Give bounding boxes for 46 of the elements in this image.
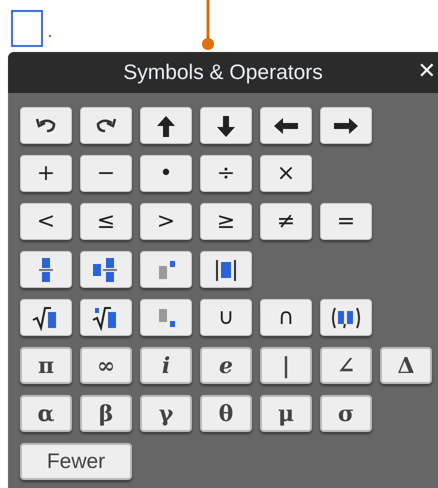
- symbol-key[interactable]: <: [20, 203, 72, 240]
- superscript-icon-button[interactable]: [140, 251, 192, 288]
- left-arrow-icon-button[interactable]: [260, 107, 312, 144]
- symbol-key[interactable]: >: [140, 203, 192, 240]
- panel-title: Symbols & Operators: [123, 60, 323, 84]
- symbol-key[interactable]: −: [80, 155, 132, 192]
- symbol-key[interactable]: •: [140, 155, 192, 192]
- fraction-icon-button[interactable]: [20, 251, 72, 288]
- symbol-key[interactable]: π: [20, 347, 72, 384]
- symbol-key[interactable]: e: [200, 347, 252, 384]
- subscript-icon-button[interactable]: [140, 299, 192, 336]
- up-arrow-icon-button[interactable]: [140, 107, 192, 144]
- undo-icon-button[interactable]: [20, 107, 72, 144]
- symbol-key[interactable]: ≠: [260, 203, 312, 240]
- leader-line: [201, 0, 215, 52]
- symbol-key[interactable]: ∠: [320, 347, 372, 384]
- symbol-key[interactable]: +: [20, 155, 72, 192]
- symbol-key[interactable]: i: [140, 347, 192, 384]
- mixed-fraction-icon-button[interactable]: [80, 251, 132, 288]
- redo-icon-button[interactable]: [80, 107, 132, 144]
- close-button[interactable]: ✕: [418, 59, 436, 84]
- symbol-key[interactable]: θ: [200, 395, 252, 432]
- nth-root-icon-button[interactable]: [80, 299, 132, 336]
- right-arrow-icon-button[interactable]: [320, 107, 372, 144]
- answer-box[interactable]: [11, 10, 43, 47]
- square-root-icon-button[interactable]: [20, 299, 72, 336]
- symbol-key[interactable]: ≥: [200, 203, 252, 240]
- symbol-key[interactable]: ∞: [80, 347, 132, 384]
- symbol-key[interactable]: μ: [260, 395, 312, 432]
- ordered-pair-icon-button[interactable]: [320, 299, 372, 336]
- symbol-key[interactable]: α: [20, 395, 72, 432]
- symbol-key[interactable]: =: [320, 203, 372, 240]
- ordered-pair-icon: [330, 304, 362, 330]
- symbol-key[interactable]: |: [260, 347, 312, 384]
- fewer-button[interactable]: Fewer: [20, 443, 132, 480]
- symbol-key[interactable]: ∩: [260, 299, 312, 336]
- symbol-key[interactable]: σ: [320, 395, 372, 432]
- down-arrow-icon-button[interactable]: [200, 107, 252, 144]
- symbol-key[interactable]: ∪: [200, 299, 252, 336]
- symbol-key[interactable]: ≤: [80, 203, 132, 240]
- symbol-key[interactable]: ×: [260, 155, 312, 192]
- symbol-key[interactable]: γ: [140, 395, 192, 432]
- absolute-value-icon-button[interactable]: [200, 251, 252, 288]
- symbol-key[interactable]: Δ: [380, 347, 432, 384]
- symbol-key[interactable]: β: [80, 395, 132, 432]
- symbol-key[interactable]: ÷: [200, 155, 252, 192]
